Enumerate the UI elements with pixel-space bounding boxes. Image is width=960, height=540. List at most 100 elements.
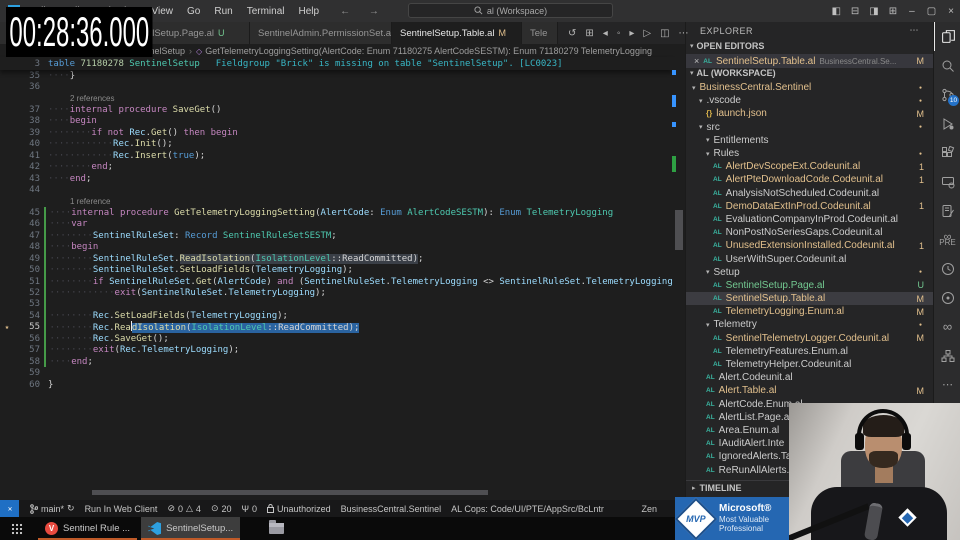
remote-indicator[interactable]: ›‹ [0,500,19,517]
azure-pipelines-icon[interactable]: ∞ PRE [934,225,960,254]
code-line[interactable]: 43 ····end; [0,173,672,184]
code-line[interactable]: 48 ····begin [0,241,672,253]
code-line[interactable]: ★ 55 ········Rec.ReadIsolation(IsolationLe… [0,321,672,334]
horizontal-scrollbar-thumb[interactable] [92,490,488,495]
code-line[interactable]: 50 ········SentinelRuleSet.SetLoadFields(… [0,264,672,276]
codelens-references[interactable]: 2 references [48,94,672,103]
code-line[interactable]: 57 ········exit(Rec.TelemetryLogging); [0,344,672,356]
source-control-icon[interactable]: 10 [934,80,960,109]
codelens-references[interactable]: 1 reference [48,197,672,206]
org-chart-icon[interactable] [934,341,960,370]
auth-status-item[interactable]: Unauthorized [262,504,336,514]
editor-tab[interactable]: Tele [522,22,558,44]
problems-item[interactable]: ⊘ 0 △ 4 [162,503,206,514]
compare-icon[interactable]: ⊞ [585,28,593,39]
toggle-secondary-sidebar-icon[interactable]: ◨ [869,6,878,17]
tree-folder-entitlements[interactable]: ▾ Entitlements [686,134,934,147]
tree-file-evaluationcompanyinprod-codeunit-al[interactable]: AL EvaluationCompanyInProd.Codeunit.al [686,213,934,226]
tree-file-sentinelsetup-table-al[interactable]: AL SentinelSetup.Table.al M [686,292,934,306]
split-editor-icon[interactable]: ◫ [660,28,669,39]
code-line[interactable]: 53 [0,298,672,311]
performance-icon[interactable] [934,254,960,283]
code-line[interactable]: 37 ····internal procedure SaveGet() [0,104,672,115]
taskbar-item-vscode[interactable]: SentinelSetup... [141,517,241,540]
code-line[interactable]: 42 ········end; [0,162,672,173]
loop-icon[interactable]: ∞ [934,312,960,341]
taskbar-item-folder[interactable] [244,517,291,540]
nav-forward-icon[interactable]: ▸ [629,28,634,39]
run-debug-icon[interactable] [934,109,960,138]
workspace-header[interactable]: ▾ AL (WORKSPACE) [690,68,776,78]
close-button[interactable]: × [948,6,954,17]
tree-file-telemetrylogging-enum-al[interactable]: AL TelemetryLogging.Enum.al M [686,305,934,318]
tree-file-alert-codeunit-al[interactable]: AL Alert.Codeunit.al [686,371,934,384]
nav-back-icon[interactable]: ◂ [603,28,608,39]
explorer-more-icon[interactable]: ⋯ [910,25,920,36]
code-line[interactable]: 41 ············Rec.Insert(true); [0,150,672,161]
code-line[interactable]: 49 ········SentinelRuleSet.ReadIsolation(… [0,253,672,265]
tree-folder-rules[interactable]: ▾ Rules ● [686,147,934,160]
restore-button[interactable]: ▢ [927,6,936,17]
extensions-icon[interactable] [934,138,960,167]
menu-go[interactable]: Go [180,6,207,17]
horizontal-scrollbar[interactable] [0,489,672,496]
code-action-sparkle-icon[interactable]: ★ [0,323,14,331]
code-line[interactable]: 1 reference [0,196,672,207]
command-center[interactable]: al (Workspace) [408,3,613,18]
tree-file-unusedextensioninstalled-codeunit-al[interactable]: AL UnusedExtensionInstalled.Codeunit.al 1 [686,239,934,252]
menu-terminal[interactable]: Terminal [240,6,292,17]
taskbar-item-vivaldi[interactable]: V Sentinel Rule ... [38,517,138,540]
code-line[interactable]: 60} [0,379,672,390]
extension-count-item[interactable]: Ψ 0 [237,504,263,514]
code-line[interactable]: 2 references [0,93,672,104]
code-line[interactable]: 59 [0,367,672,378]
history-nav-arrows[interactable]: ← → [340,6,387,17]
code-line[interactable]: 35 ····} [0,70,672,81]
tree-folder--vscode[interactable]: ▾ .vscode ● [686,94,934,107]
tree-folder-src[interactable]: ▾ src ● [686,121,934,134]
menu-run[interactable]: Run [207,6,239,17]
tree-file-userwithsuper-codeunit-al[interactable]: AL UserWithSuper.Codeunit.al [686,252,934,265]
object-designer-icon[interactable] [934,196,960,225]
tree-file-sentinelsetup-page-al[interactable]: AL SentinelSetup.Page.al U [686,279,934,292]
code-line[interactable]: 40 ············Rec.Init(); [0,139,672,150]
run-icon[interactable]: ▷ [643,28,651,39]
tree-file-sentineltelemetrylogger-codeunit-al[interactable]: AL SentinelTelemetryLogger.Codeunit.al M [686,332,934,345]
tree-file-alertdevscopeext-codeunit-al[interactable]: AL AlertDevScopeExt.Codeunit.al 1 [686,160,934,173]
git-branch-item[interactable]: main* ↻ [25,503,80,514]
code-line[interactable]: 54 ········Rec.SetLoadFields(TelemetryLog… [0,310,672,322]
code-line[interactable]: 47 ········SentinelRuleSet: Record Sentin… [0,230,672,242]
run-in-web-client-button[interactable]: Run In Web Client [80,504,163,514]
tree-file-alert-table-al[interactable]: AL Alert.Table.al M [686,384,934,397]
customize-layout-icon[interactable]: ⊞ [889,6,897,17]
tree-folder-setup[interactable]: ▾ Setup ● [686,266,934,279]
toggle-panel-icon[interactable]: ⊟ [851,6,859,17]
vertical-scrollbar-thumb[interactable] [675,210,683,250]
tree-file-telemetryhelper-codeunit-al[interactable]: AL TelemetryHelper.Codeunit.al [686,358,934,371]
start-button[interactable] [0,523,34,535]
tree-folder-telemetry[interactable]: ▾ Telemetry ● [686,318,934,331]
sticky-scroll-line[interactable]: 3 table 71180278 SentinelSetup Fieldgroup… [0,57,672,70]
toggle-sidebar-icon[interactable]: ◧ [831,6,840,17]
more-actions-icon[interactable]: ⋯ [679,28,689,39]
code-line[interactable]: 36 [0,81,672,92]
record-icon[interactable]: ◦ [617,28,621,39]
code-line[interactable]: 51 ········if SentinelRuleSet.Get(AlertCo… [0,275,672,288]
tree-file-launch-json[interactable]: {} launch.json M [686,107,934,120]
test-explorer-icon[interactable] [934,283,960,312]
tree-file-telemetryfeatures-enum-al[interactable]: AL TelemetryFeatures.Enum.al [686,345,934,358]
code-line[interactable]: 45 ····internal procedure GetTelemetryLog… [0,207,672,219]
code-editor[interactable]: 35 ····} 36 2 references 37 ····internal proc… [0,70,672,390]
close-icon[interactable]: × [694,56,699,66]
al-cops-item[interactable]: AL Cops: Code/UI/PTE/AppSrc/BcLntr [446,504,609,514]
tree-folder-businesscentral-sentinel[interactable]: ▾ BusinessCentral.Sentinel ● [686,81,934,94]
minimize-button[interactable]: – [909,6,915,17]
explorer-icon[interactable] [934,22,960,51]
editor-tab[interactable]: SentinelSetup.Table.al M [392,22,522,44]
breadcrumb-item[interactable]: ◇ GetTelemetryLoggingSetting(AlertCode: E… [196,46,652,56]
code-line[interactable]: 58 ····end; [0,355,672,368]
code-line[interactable]: 38 ····begin [0,116,672,127]
tree-file-analysisnotscheduled-codeunit-al[interactable]: AL AnalysisNotScheduled.Codeunit.al [686,187,934,200]
code-line[interactable]: 39 ········if not Rec.Get() then begin [0,127,672,138]
search-icon[interactable] [934,51,960,80]
